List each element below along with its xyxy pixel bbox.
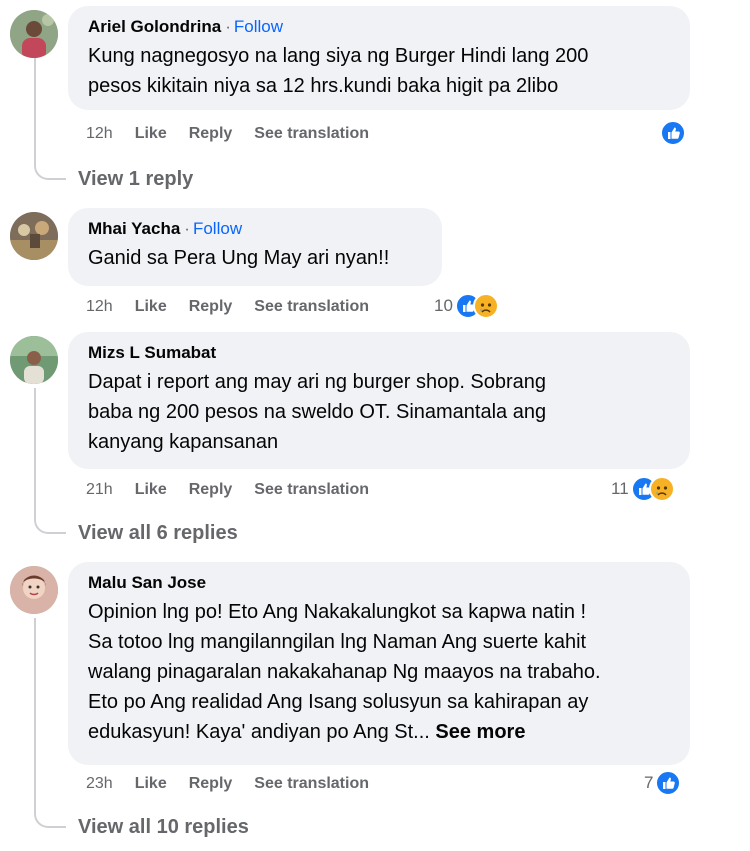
comment-actions: 21h Like Reply See translation — [86, 480, 391, 500]
like-button[interactable]: Like — [135, 125, 167, 142]
comment-text-line: edukasyun! Kaya' andiyan po Ang St... — [88, 721, 430, 743]
separator-dot: · — [184, 219, 190, 238]
comment-text-line: Ganid sa Pera Ung May ari nyan!! — [88, 247, 390, 269]
comment-actions: 12h Like Reply See translation — [86, 297, 391, 317]
comment-text: Dapat i report ang may ari ng burger sho… — [88, 367, 670, 457]
view-replies-link[interactable]: View 1 reply — [78, 168, 193, 191]
timestamp[interactable]: 21h — [86, 481, 113, 498]
avatar[interactable] — [10, 10, 58, 58]
comment-actions: 12h Like Reply See translation — [86, 124, 391, 144]
reply-button[interactable]: Reply — [189, 481, 233, 498]
reply-button[interactable]: Reply — [189, 775, 233, 792]
reply-thread-line — [34, 388, 66, 534]
follow-button[interactable]: Follow — [193, 219, 242, 238]
timestamp[interactable]: 12h — [86, 125, 113, 142]
separator-dot: · — [225, 17, 231, 36]
follow-button[interactable]: Follow — [234, 17, 283, 36]
reply-thread-line — [34, 618, 66, 828]
comment-text-line: Opinion lng po! Eto Ang Nakakalungkot sa… — [88, 601, 587, 623]
comment-text-line: Dapat i report ang may ari ng burger sho… — [88, 371, 547, 393]
avatar[interactable] — [10, 566, 58, 614]
comment-bubble: Malu San Jose Opinion lng po! Eto Ang Na… — [68, 562, 690, 765]
comment-text-line: Eto po Ang realidad Ang Isang solusyun s… — [88, 691, 589, 713]
comment-text: Ganid sa Pera Ung May ari nyan!! — [88, 243, 422, 273]
sad-face-reaction-icon — [648, 476, 675, 502]
reaction-summary[interactable]: 10 — [434, 293, 499, 319]
thumbs-up-reaction-icon — [655, 770, 682, 796]
comment-text-line: baba ng 200 pesos na sweldo OT. Sinamant… — [88, 401, 547, 423]
author-name[interactable]: Malu San Jose — [88, 573, 206, 592]
see-translation-link[interactable]: See translation — [254, 298, 369, 315]
author-name[interactable]: Ariel Golondrina — [88, 17, 221, 36]
comment-text: Kung nagnegosyo na lang siya ng Burger H… — [88, 41, 670, 101]
comment-text-line-truncated: edukasyun! Kaya' andiyan po Ang St... Se… — [88, 717, 670, 747]
timestamp[interactable]: 12h — [86, 298, 113, 315]
like-button[interactable]: Like — [135, 481, 167, 498]
reaction-count: 10 — [434, 296, 453, 315]
comment-bubble: Mhai Yacha · Follow Ganid sa Pera Ung May … — [68, 208, 442, 286]
author-name[interactable]: Mizs L Sumabat — [88, 343, 216, 362]
reaction-summary[interactable]: 11 — [611, 476, 675, 502]
comment-text: Opinion lng po! Eto Ang Nakakalungkot sa… — [88, 597, 670, 747]
comment-text-line: kanyang kapansanan — [88, 431, 279, 453]
see-translation-link[interactable]: See translation — [254, 125, 369, 142]
reaction-count: 11 — [611, 479, 629, 498]
avatar[interactable] — [10, 212, 58, 260]
reaction-summary[interactable] — [660, 120, 686, 146]
avatar[interactable] — [10, 336, 58, 384]
comment-text-line: pesos kikitain niya sa 12 hrs.kundi baka… — [88, 75, 559, 97]
see-translation-link[interactable]: See translation — [254, 775, 369, 792]
reaction-count: 7 — [644, 773, 654, 792]
author-name[interactable]: Mhai Yacha — [88, 219, 180, 238]
reply-button[interactable]: Reply — [189, 125, 233, 142]
sad-face-reaction-icon — [472, 293, 499, 319]
like-button[interactable]: Like — [135, 298, 167, 315]
timestamp[interactable]: 23h — [86, 775, 113, 792]
view-replies-link[interactable]: View all 6 replies — [78, 522, 238, 545]
reply-thread-line — [34, 58, 66, 180]
comment-text-line: Sa totoo lng mangilanngilan lng Naman An… — [88, 631, 587, 653]
comment-bubble: Mizs L Sumabat Dapat i report ang may ar… — [68, 332, 690, 469]
reply-button[interactable]: Reply — [189, 298, 233, 315]
reaction-summary[interactable]: 7 — [644, 770, 682, 796]
like-button[interactable]: Like — [135, 775, 167, 792]
comment-text-line: Kung nagnegosyo na lang siya ng Burger H… — [88, 45, 589, 67]
comment-bubble: Ariel Golondrina · Follow Kung nagnegosyo … — [68, 6, 690, 110]
comment-text-line: walang pinagaralan nakakahanap Ng maayos… — [88, 661, 601, 683]
see-more-link[interactable]: See more — [435, 721, 525, 743]
view-replies-link[interactable]: View all 10 replies — [78, 816, 249, 839]
see-translation-link[interactable]: See translation — [254, 481, 369, 498]
comment-actions: 23h Like Reply See translation — [86, 774, 391, 794]
thumbs-up-reaction-icon — [660, 120, 686, 146]
